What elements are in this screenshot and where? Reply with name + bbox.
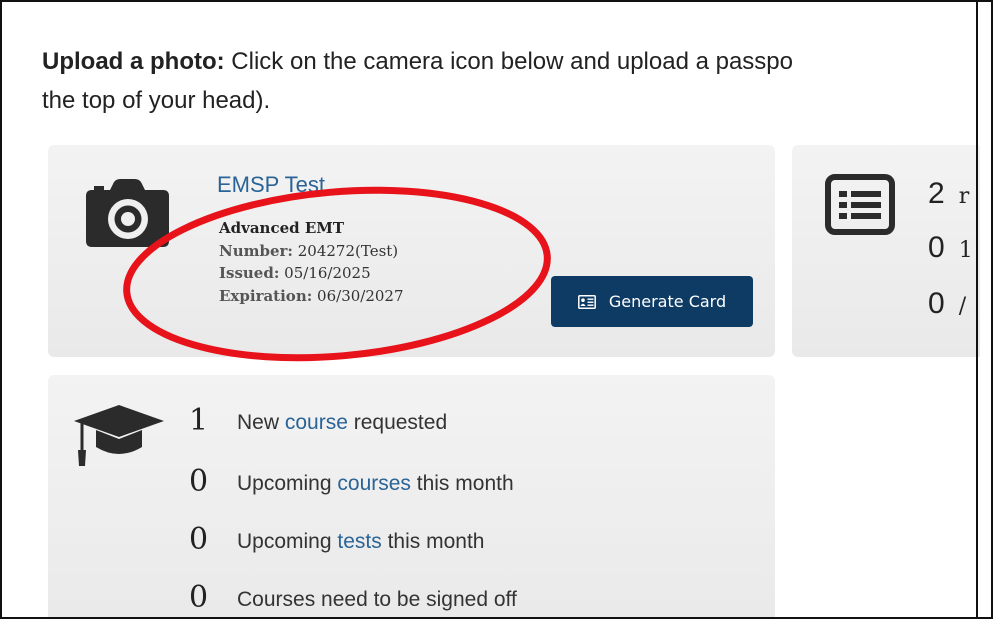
courses-link[interactable]: courses [337,472,411,495]
stat-row: 2r [928,177,969,211]
upload-instructions-line2: the top of your head). [42,87,271,114]
stat-count: 0 [928,231,945,264]
certification-issued: Issued: 05/16/2025 [219,262,404,285]
upload-instructions-line1: Click on the camera icon below and uploa… [224,48,793,75]
course-stat-pre: Courses need to be signed off [237,588,517,611]
generate-card-label: Generate Card [608,292,727,311]
course-stat-post: requested [347,411,448,434]
certification-number: Number: 204272(Test) [219,240,404,263]
course-stat-text: Upcoming courses this month [237,462,514,506]
course-stat-post: this month [381,530,485,553]
stat-row: 0/ [928,287,966,321]
course-stat-count: 1 [189,403,209,438]
upload-instructions-bold: Upload a photo: [42,48,225,75]
graduation-cap-icon [74,405,164,466]
number-label: Number: [219,241,293,260]
stats-panel: 2r 01 0/ [792,145,980,357]
expiration-value: 06/30/2027 [317,286,404,305]
course-stat-count: 0 [189,580,209,615]
list-icon [825,174,895,235]
issued-label: Issued: [219,264,280,282]
right-crop-edge [976,0,978,619]
profile-name-link[interactable]: EMSP Test [217,172,325,198]
generate-card-button[interactable]: Generate Card [551,276,753,327]
course-stat-pre: Upcoming [237,472,338,495]
camera-icon[interactable] [85,178,170,248]
profile-panel: EMSP Test Advanced EMT Number: 204272(Te… [48,145,775,357]
stat-row: 01 [928,231,973,265]
course-link[interactable]: course [285,411,348,434]
upload-instructions: Upload a photo: Click on the camera icon… [42,42,980,120]
course-stat-pre: New [237,411,285,434]
expiration-label: Expiration: [219,286,313,305]
number-value: 204272(Test) [297,241,399,260]
tests-link[interactable]: tests [337,530,381,553]
course-stat-count: 0 [189,522,209,557]
course-stat-pre: Upcoming [237,530,338,553]
stat-count: 0 [928,287,945,320]
courses-panel: 1 New course requested 0 Upcoming course… [48,375,775,617]
certification-info: Advanced EMT Number: 204272(Test) Issued… [219,217,404,307]
stat-count: 2 [928,177,945,210]
course-stat-text: New course requested [237,401,447,445]
stat-label: / [958,294,967,319]
course-stat-post: this month [410,472,514,495]
viewport: Upload a photo: Click on the camera icon… [6,4,980,617]
id-card-icon [577,294,596,309]
course-stat-text: Courses need to be signed off [237,578,517,617]
stat-label: r [958,184,970,209]
course-stat-count: 0 [189,464,209,499]
screenshot-frame: Upload a photo: Click on the camera icon… [0,0,993,619]
certification-expiration: Expiration: 06/30/2027 [219,285,404,308]
certification-title: Advanced EMT [219,219,345,237]
stat-label: 1 [958,238,973,263]
issued-value: 05/16/2025 [284,264,371,282]
course-stat-text: Upcoming tests this month [237,520,484,564]
